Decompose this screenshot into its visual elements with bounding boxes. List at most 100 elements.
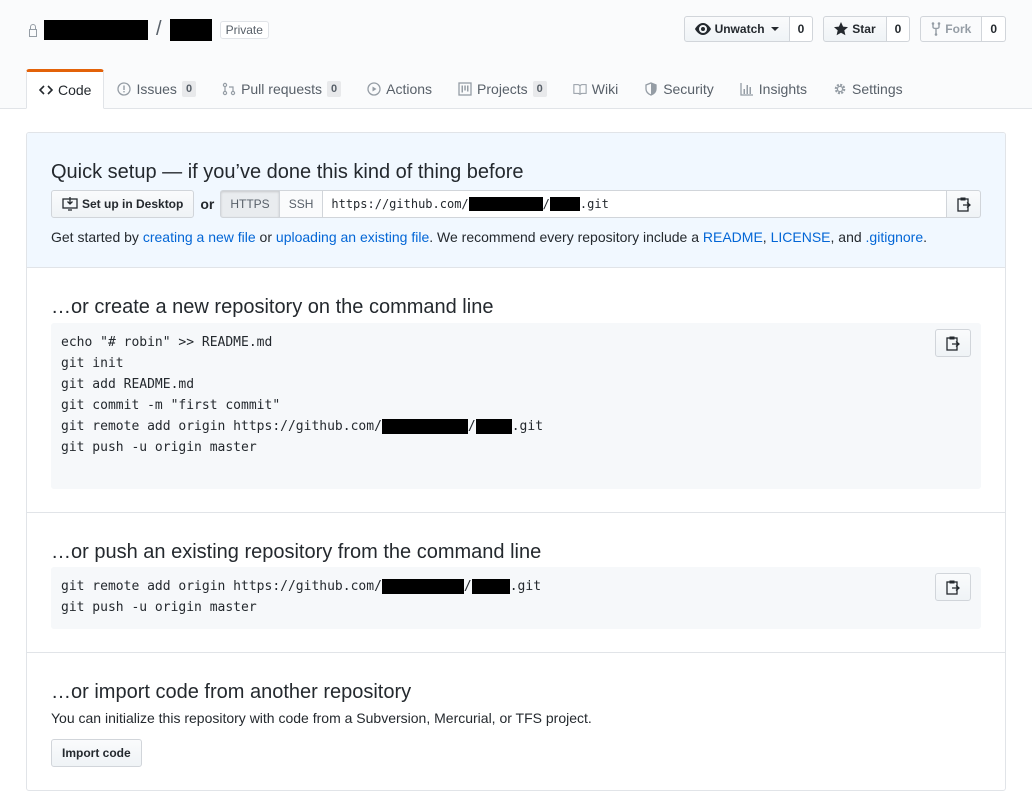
help-text-1: Get started by <box>51 229 143 245</box>
tab-projects[interactable]: Projects 0 <box>445 69 560 108</box>
quick-setup-title: Quick setup — if you’ve done this kind o… <box>51 161 524 183</box>
gear-icon <box>834 83 846 95</box>
chevron-down-icon <box>770 27 779 31</box>
repo-header: / Private Unwatch 0 Star 0 Fork 0 Code I… <box>0 0 1032 109</box>
tab-settings-label: Settings <box>852 81 903 97</box>
tab-settings[interactable]: Settings <box>820 69 916 108</box>
star-icon <box>834 22 849 36</box>
help-text-5: , and <box>830 229 866 245</box>
clone-url-row: Set up in Desktop or HTTPS SSH https://g… <box>51 190 981 218</box>
fork-icon <box>931 22 941 36</box>
setup-in-desktop-button[interactable]: Set up in Desktop <box>51 190 195 218</box>
fork-count[interactable]: 0 <box>982 16 1006 42</box>
remote-prefix: git remote add origin https://github.com… <box>61 419 382 434</box>
tab-actions-label: Actions <box>386 81 433 97</box>
license-link[interactable]: LICENSE <box>771 229 831 245</box>
pull-requests-count: 0 <box>327 81 342 97</box>
repo-nav: Code Issues 0 Pull requests 0 Actions Pr… <box>26 69 916 109</box>
clone-url-input[interactable]: https://github.com/ / .git <box>323 190 947 218</box>
ssh-button[interactable]: SSH <box>279 190 324 218</box>
remote-prefix: git remote add origin https://github.com… <box>61 579 382 594</box>
remote-suffix: .git <box>509 579 542 594</box>
watch-count[interactable]: 0 <box>789 16 814 42</box>
import-title: …or import code from another repository <box>51 681 412 703</box>
gitignore-link[interactable]: .gitignore <box>866 229 924 245</box>
remote-slash: / <box>467 419 476 434</box>
tab-insights[interactable]: Insights <box>727 69 820 108</box>
code-line: git push -u origin master <box>61 600 257 615</box>
tab-actions[interactable]: Actions <box>354 69 445 108</box>
import-code-button[interactable]: Import code <box>51 739 142 767</box>
code-icon <box>39 85 53 95</box>
creating-new-file-link[interactable]: creating a new file <box>143 229 256 245</box>
shield-icon <box>645 82 657 96</box>
tab-insights-label: Insights <box>758 81 808 97</box>
tab-projects-label: Projects <box>477 81 528 97</box>
projects-count: 0 <box>532 81 547 97</box>
help-text-2: or <box>255 229 276 245</box>
create-repo-title: …or create a new repository on the comma… <box>51 296 494 318</box>
fork-group: Fork 0 <box>920 16 1006 42</box>
tab-wiki[interactable]: Wiki <box>560 69 631 108</box>
tab-code-label: Code <box>58 82 92 98</box>
remote-repo-redacted <box>475 419 512 434</box>
issues-count: 0 <box>181 81 197 97</box>
or-text: or <box>200 196 215 212</box>
remote-owner-redacted <box>381 419 468 434</box>
clipboard-icon <box>956 197 971 212</box>
https-button[interactable]: HTTPS <box>220 190 280 218</box>
uploading-existing-file-link[interactable]: uploading an existing file <box>276 229 429 245</box>
tab-security-label: Security <box>663 81 714 97</box>
code-line: echo "# robin" >> README.md <box>61 335 273 350</box>
tab-code[interactable]: Code <box>26 69 105 109</box>
readme-link[interactable]: README <box>703 229 763 245</box>
quick-setup-section: Quick setup — if you’ve done this kind o… <box>27 133 1005 268</box>
code-line: git init <box>61 356 124 371</box>
push-existing-section: …or push an existing repository from the… <box>27 513 1005 653</box>
book-icon <box>573 84 587 95</box>
fork-label: Fork <box>945 22 972 36</box>
create-repo-commands: echo "# robin" >> README.md git init git a… <box>51 323 981 489</box>
clone-url-prefix: https://github.com/ <box>331 197 469 211</box>
copy-clone-url-button[interactable] <box>947 190 981 218</box>
tab-issues[interactable]: Issues 0 <box>104 69 209 108</box>
tab-pull-requests[interactable]: Pull requests 0 <box>209 69 354 108</box>
setup-in-desktop-label: Set up in Desktop <box>82 197 184 211</box>
desktop-download-icon <box>62 197 78 211</box>
help-text-3: . We recommend every repository include … <box>429 229 703 245</box>
star-count[interactable]: 0 <box>886 16 911 42</box>
help-text-6: . <box>923 229 928 245</box>
owner-name-redacted[interactable] <box>44 19 148 40</box>
eye-icon <box>694 23 711 35</box>
watch-group: Unwatch 0 <box>683 16 814 42</box>
code-line: git add README.md <box>61 377 195 392</box>
remote-slash: / <box>463 579 472 594</box>
issue-icon <box>117 82 132 96</box>
copy-create-commands-button[interactable] <box>935 329 971 357</box>
code-line: git remote add origin https://github.com… <box>61 416 971 437</box>
clone-url-suffix: .git <box>579 197 609 211</box>
unwatch-button[interactable]: Unwatch <box>683 16 790 42</box>
remote-suffix: .git <box>511 419 544 434</box>
quick-setup-help: Get started by creating a new file or up… <box>51 229 927 245</box>
copy-push-commands-button[interactable] <box>935 573 971 601</box>
project-icon <box>458 82 472 96</box>
protocol-switch: HTTPS SSH <box>220 190 324 218</box>
empty-repo-box: Quick setup — if you’ve done this kind o… <box>26 132 1006 791</box>
remote-owner-redacted <box>381 579 464 594</box>
fork-button[interactable]: Fork <box>920 16 983 42</box>
remote-repo-redacted <box>471 579 510 594</box>
push-existing-title: …or push an existing repository from the… <box>51 541 542 563</box>
graph-icon <box>740 83 753 96</box>
code-line: git remote add origin https://github.com… <box>61 576 971 597</box>
star-button[interactable]: Star <box>823 16 887 42</box>
code-line: git push -u origin master <box>61 440 257 455</box>
tab-security[interactable]: Security <box>631 69 727 108</box>
repo-name-redacted[interactable] <box>169 18 212 41</box>
import-section: …or import code from another repository … <box>27 653 1005 790</box>
play-icon <box>367 82 381 96</box>
clipboard-icon <box>946 580 960 595</box>
clipboard-icon <box>946 336 960 351</box>
clone-url-slash: / <box>542 197 550 211</box>
clone-url-repo-redacted <box>549 197 580 211</box>
